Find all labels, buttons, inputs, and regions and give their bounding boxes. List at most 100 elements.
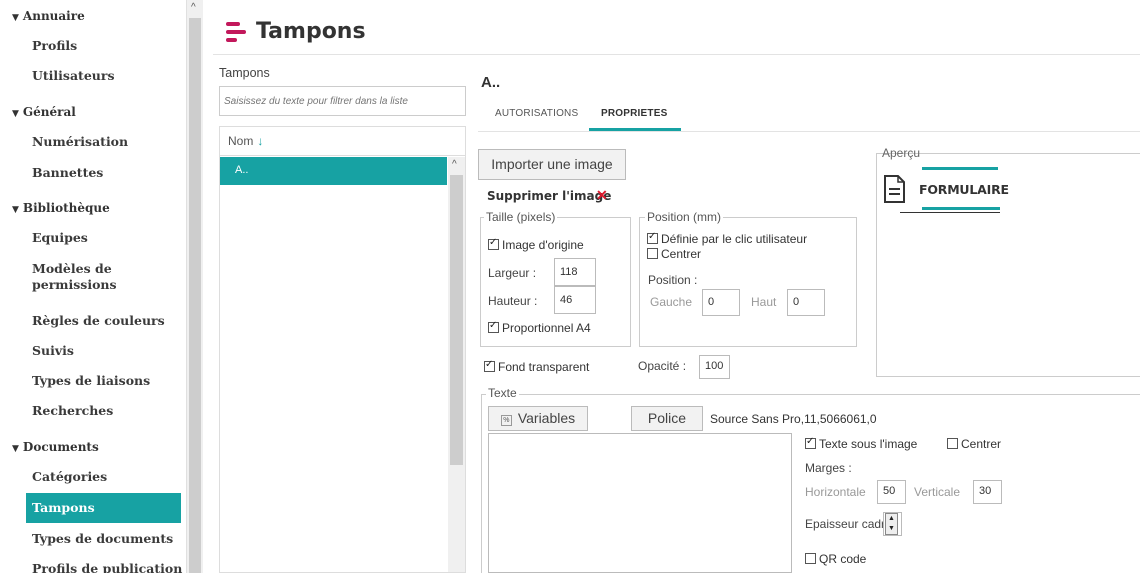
vertical-label: Verticale [914, 485, 961, 499]
stamp-text-area[interactable] [488, 433, 792, 573]
button-label: Variables [517, 410, 576, 426]
list-scrollbar[interactable]: ^ [448, 157, 465, 572]
position-label: Position : [648, 273, 698, 287]
checkbox-icon [647, 248, 658, 259]
horizontal-margin-input[interactable]: 50 [877, 480, 906, 504]
checkbox-icon [484, 359, 495, 372]
position-legend: Position (mm) [645, 210, 724, 224]
section-label: Documents [22, 440, 99, 454]
checkbox-label: Image d'origine [502, 238, 584, 252]
sort-down-icon: ↓ [257, 134, 264, 148]
spinner-up-icon[interactable]: ▲ [886, 514, 897, 524]
section-label: Annuaire [22, 9, 85, 23]
item-label-line2: permissions [32, 277, 117, 292]
caret-down-icon: ▼ [12, 205, 19, 215]
stamp-list-icon [226, 21, 246, 43]
sidebar-item-suivis[interactable]: Suivis [32, 343, 74, 359]
preview-underline [900, 212, 1000, 213]
checkbox-label: Texte sous l'image [819, 437, 918, 451]
center-position-checkbox[interactable]: Centrer [647, 247, 701, 261]
border-thickness-spinner[interactable]: ▲ ▼ [885, 513, 898, 535]
checkbox-icon [488, 237, 499, 250]
scroll-up-icon[interactable]: ^ [191, 2, 196, 13]
left-input[interactable]: 0 [702, 289, 740, 316]
qr-code-checkbox[interactable]: QR code [805, 552, 866, 566]
sidebar-section-bibliotheque[interactable]: ▼ Bibliothèque [12, 201, 110, 215]
checkbox-label: Proportionnel A4 [502, 321, 591, 335]
sidebar-item-categories[interactable]: Catégories [32, 469, 107, 485]
spinner-down-icon[interactable]: ▼ [886, 524, 897, 534]
sidebar-item-numerisation[interactable]: Numérisation [32, 134, 128, 150]
top-label: Haut [751, 295, 777, 309]
vertical-margin-input[interactable]: 30 [973, 480, 1002, 504]
filter-input[interactable] [219, 86, 466, 116]
opacity-input[interactable]: 100 [699, 355, 730, 379]
variables-icon: % [500, 415, 512, 426]
detail-title: A.. [481, 74, 501, 91]
tabs-divider [478, 131, 1140, 132]
item-label-line1: Modèles de [32, 261, 112, 276]
border-thickness-label: Epaisseur cadre [805, 517, 892, 531]
user-click-checkbox[interactable]: Définie par le clic utilisateur [647, 231, 808, 246]
size-legend: Taille (pixels) [484, 210, 558, 224]
height-label: Hauteur : [488, 294, 538, 308]
width-input[interactable]: 118 [554, 258, 596, 286]
preview-bottom-bar [922, 207, 1000, 210]
sidebar-item-bannettes[interactable]: Bannettes [32, 165, 103, 181]
top-input[interactable]: 0 [787, 289, 825, 316]
height-input[interactable]: 46 [554, 286, 596, 314]
sidebar-item-tampons[interactable]: Tampons [26, 493, 181, 523]
preview-stamp-text: FORMULAIRE [919, 182, 1009, 197]
delete-image-label[interactable]: Supprimer l'image [487, 189, 611, 203]
caret-down-icon: ▼ [12, 444, 19, 454]
delete-icon[interactable]: ✕ [596, 187, 608, 204]
import-image-button[interactable]: Importer une image [478, 149, 626, 180]
sidebar-item-regles-couleurs[interactable]: Règles de couleurs [32, 313, 165, 329]
preview-legend: Aperçu [882, 146, 921, 160]
tab-autorisations[interactable]: AUTORISATIONS [495, 108, 578, 119]
caret-down-icon: ▼ [12, 109, 19, 119]
proportional-a4-checkbox[interactable]: Proportionnel A4 [488, 320, 591, 335]
checkbox-label: QR code [819, 552, 867, 566]
column-header-label: Nom [228, 134, 254, 148]
scroll-up-icon[interactable]: ^ [452, 159, 457, 170]
checkbox-label: Définie par le clic utilisateur [661, 232, 808, 246]
original-image-checkbox[interactable]: Image d'origine [488, 237, 584, 252]
stamp-list [219, 126, 466, 573]
checkbox-label: Centrer [661, 247, 702, 261]
sidebar-item-utilisateurs[interactable]: Utilisateurs [32, 68, 115, 84]
checkbox-label: Fond transparent [498, 360, 590, 374]
tab-proprietes[interactable]: PROPRIETES [601, 108, 667, 119]
checkbox-label: Centrer [961, 437, 1002, 451]
sidebar-item-recherches[interactable]: Recherches [32, 403, 113, 419]
font-button[interactable]: Police [631, 406, 703, 431]
text-below-image-checkbox[interactable]: Texte sous l'image [805, 436, 918, 451]
sidebar-section-annuaire[interactable]: ▼ Annuaire [12, 9, 85, 23]
sidebar: ▼ Annuaire Profils Utilisateurs ▼ Général … [0, 0, 203, 573]
left-label: Gauche [650, 295, 693, 309]
section-label: Général [22, 105, 76, 119]
variables-button[interactable]: % Variables [488, 406, 588, 431]
opacity-label: Opacité : [638, 359, 687, 373]
sidebar-item-profils[interactable]: Profils [32, 38, 77, 54]
transparent-background-checkbox[interactable]: Fond transparent [484, 359, 590, 374]
checkbox-icon [488, 320, 499, 333]
sidebar-section-documents[interactable]: ▼ Documents [12, 440, 99, 454]
sidebar-scrollbar[interactable]: ^ [186, 0, 203, 573]
header-divider [213, 54, 1140, 55]
sidebar-item-equipes[interactable]: Equipes [32, 230, 88, 246]
sidebar-item-types-documents[interactable]: Types de documents [32, 531, 173, 547]
sidebar-item-types-liaisons[interactable]: Types de liaisons [32, 373, 150, 389]
preview-top-bar [922, 167, 998, 170]
margins-label: Marges : [805, 461, 852, 475]
sidebar-item-modeles-permissions[interactable]: Modèles de permissions [32, 261, 117, 293]
sidebar-item-profils-publication[interactable]: Profils de publication [32, 561, 182, 573]
list-header-divider [219, 155, 466, 156]
scrollbar-thumb[interactable] [189, 18, 201, 573]
sidebar-section-general[interactable]: ▼ Général [12, 105, 76, 119]
scrollbar-thumb[interactable] [450, 175, 463, 465]
column-header-nom[interactable]: Nom ↓ [228, 134, 263, 148]
list-item[interactable]: A.. [220, 157, 447, 185]
center-text-checkbox[interactable]: Centrer [947, 437, 1001, 451]
checkbox-icon [805, 436, 816, 449]
